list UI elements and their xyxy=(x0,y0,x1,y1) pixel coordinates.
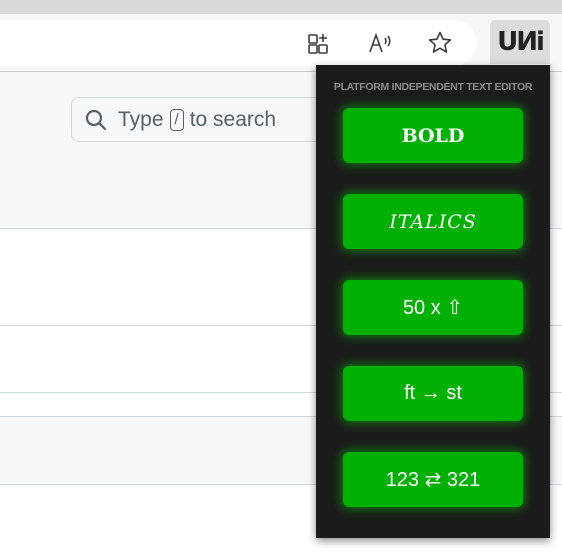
extension-logo: UИi xyxy=(497,27,545,57)
search-shortcut-key: / xyxy=(169,108,184,131)
popup-title: PLATFORM INDEPENDENT TEXT EDITOR xyxy=(333,81,533,93)
search-prefix: Type xyxy=(118,107,164,131)
ligature-convert-button[interactable]: ft → st xyxy=(343,366,523,421)
italics-button[interactable]: ITALICS xyxy=(343,194,523,249)
reverse-text-button[interactable]: 123 ⇄ 321 xyxy=(343,452,523,507)
address-bar[interactable] xyxy=(0,20,477,66)
bold-button[interactable]: BOLD xyxy=(343,108,523,163)
search-suffix: to search xyxy=(189,107,277,131)
favorite-star-icon[interactable] xyxy=(423,26,457,60)
search-icon xyxy=(85,109,107,130)
browser-toolbar: UИi xyxy=(0,14,562,72)
extension-button[interactable]: UИi xyxy=(490,20,550,64)
read-aloud-icon[interactable] xyxy=(363,26,397,60)
window-top-strip xyxy=(0,0,562,14)
add-to-apps-icon[interactable] xyxy=(303,26,337,60)
uppercase-button[interactable]: 50 x ⇧ xyxy=(343,280,523,335)
text-editor-popup: PLATFORM INDEPENDENT TEXT EDITOR BOLD IT… xyxy=(316,65,550,538)
